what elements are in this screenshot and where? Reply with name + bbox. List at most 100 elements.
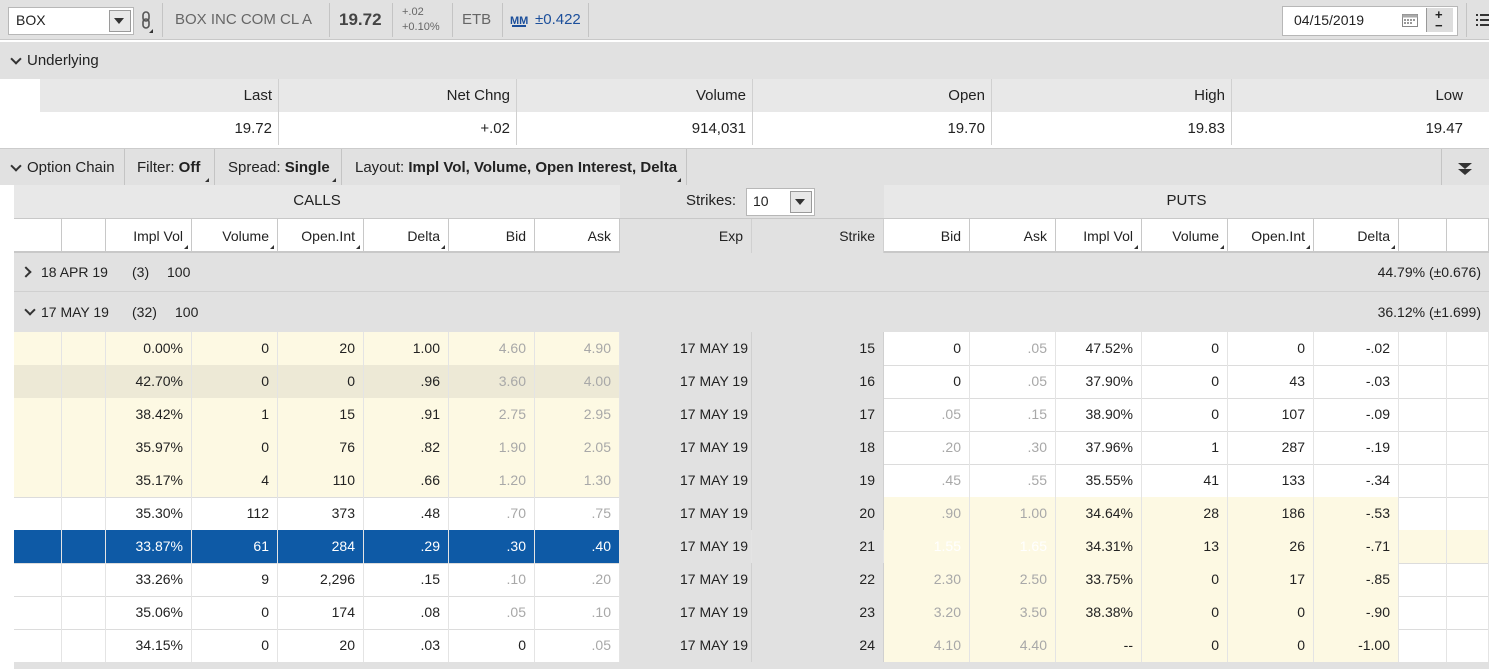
column-header-label: Volume xyxy=(222,228,269,244)
cell-poi-container: 43 xyxy=(1228,365,1314,398)
cell-exp-container: 17 MAY 19 xyxy=(620,497,752,530)
layout-button[interactable]: Layout: Impl Vol, Volume, Open Interest,… xyxy=(355,149,677,186)
filter-button[interactable]: Filter: Off xyxy=(137,149,200,186)
cell-pbid-container[interactable]: .20 xyxy=(884,431,970,464)
column-header-civ[interactable]: Impl Vol xyxy=(106,219,192,253)
column-header-pvol[interactable]: Volume xyxy=(1142,219,1228,253)
cell-pask-container[interactable]: 3.50 xyxy=(970,596,1056,629)
column-header-pbid[interactable]: Bid xyxy=(884,219,970,253)
cell-cask-container[interactable]: .40 xyxy=(535,530,620,563)
cell-pdelta-container: -.09 xyxy=(1314,398,1399,431)
table-row[interactable]: 35.30% 112 373 .48 .70 .75 17 MAY 19 20 .90 1.00 3… xyxy=(14,497,1489,531)
table-row[interactable]: 38.42% 1 15 .91 2.75 2.95 17 MAY 19 17 .05 .15 38.… xyxy=(14,398,1489,432)
cell-pvol: 0 xyxy=(1211,340,1219,356)
cell-pbid-container[interactable]: 0 xyxy=(884,332,970,365)
link-icon[interactable] xyxy=(140,11,154,33)
cell-cbid: .30 xyxy=(506,538,526,554)
cell-pbid-container[interactable]: 1.55 xyxy=(884,530,970,563)
cell-cask-container[interactable]: 2.05 xyxy=(535,431,620,464)
symbol-input[interactable]: BOX xyxy=(8,7,134,35)
underlying-header[interactable]: Underlying xyxy=(0,42,1489,79)
spread-button[interactable]: Spread: Single xyxy=(228,149,330,186)
cell-strike: 21 xyxy=(859,538,875,554)
cell-cbid-container[interactable]: 1.90 xyxy=(449,431,535,464)
cell-civ-container: 34.15% xyxy=(106,629,192,662)
table-row[interactable]: 35.06% 0 174 .08 .05 .10 17 MAY 19 23 3.20 3.50 38… xyxy=(14,596,1489,630)
column-header-coi[interactable]: Open.Int xyxy=(278,219,364,253)
cell-cbid-container[interactable]: 3.60 xyxy=(449,365,535,398)
decrement-icon[interactable]: − xyxy=(1435,19,1443,32)
date-stepper[interactable]: + − xyxy=(1426,8,1453,32)
cell-pbid-container[interactable]: .45 xyxy=(884,464,970,497)
column-header-cbid[interactable]: Bid xyxy=(449,219,535,253)
table-row[interactable]: 42.70% 0 0 .96 3.60 4.00 17 MAY 19 16 0 .05 37.90%… xyxy=(14,365,1489,399)
table-row[interactable]: 35.17% 4 110 .66 1.20 1.30 17 MAY 19 19 .45 .55 35… xyxy=(14,464,1489,498)
cell-cask-container[interactable]: .20 xyxy=(535,563,620,596)
cell-cbid-container[interactable]: .70 xyxy=(449,497,535,530)
date-field[interactable]: 04/15/2019 + − xyxy=(1282,6,1458,36)
column-header-cdelta[interactable]: Delta xyxy=(364,219,449,253)
strikes-select[interactable]: 10 xyxy=(746,188,815,216)
table-row[interactable]: 35.97% 0 76 .82 1.90 2.05 17 MAY 19 18 .20 .30 37.… xyxy=(14,431,1489,465)
expiration-row-apr[interactable]: 18 APR 19 (3) 100 44.79% (±0.676) xyxy=(14,253,1489,292)
cell-pask-container[interactable]: .05 xyxy=(970,332,1056,365)
column-header-poi[interactable]: Open.Int xyxy=(1228,219,1314,253)
table-row[interactable]: 33.87% 61 284 .29 .30 .40 17 MAY 19 21 1.55 1.65 3… xyxy=(14,530,1489,564)
cell-cbid-container[interactable]: .10 xyxy=(449,563,535,596)
cell-pask-container[interactable]: 1.00 xyxy=(970,497,1056,530)
column-header-cvol[interactable]: Volume xyxy=(192,219,278,253)
cell-pask-container[interactable]: .55 xyxy=(970,464,1056,497)
column-header-piv[interactable]: Impl Vol xyxy=(1056,219,1142,253)
cell-pbid-container[interactable]: 2.30 xyxy=(884,563,970,596)
option-chain-title[interactable]: Option Chain xyxy=(27,149,115,186)
column-header-cask[interactable]: Ask xyxy=(535,219,620,253)
cell-pbid-container[interactable]: 0 xyxy=(884,365,970,398)
expiration-row-may[interactable]: 17 MAY 19 (32) 100 36.12% (±1.699) xyxy=(14,292,1489,332)
table-row[interactable]: 33.26% 9 2,296 .15 .10 .20 17 MAY 19 22 2.30 2.50… xyxy=(14,563,1489,597)
cell-cask-container[interactable]: 4.00 xyxy=(535,365,620,398)
symbol-dropdown-button[interactable] xyxy=(109,10,131,32)
chevron-down-icon[interactable] xyxy=(10,53,22,65)
cell-strike: 18 xyxy=(859,439,875,455)
cell-pask-container[interactable]: 2.50 xyxy=(970,563,1056,596)
calendar-icon[interactable] xyxy=(1402,13,1418,27)
cell-cbid-container[interactable]: 1.20 xyxy=(449,464,535,497)
cell-pbid-container[interactable]: .05 xyxy=(884,398,970,431)
cell-pask-container[interactable]: 4.40 xyxy=(970,629,1056,662)
cell-pbid-container[interactable]: 4.10 xyxy=(884,629,970,662)
chevron-down-icon[interactable] xyxy=(24,304,36,316)
cell-pbid-container[interactable]: 3.20 xyxy=(884,596,970,629)
column-header-pdelta[interactable]: Delta xyxy=(1314,219,1399,253)
cell-cdelta: 1.00 xyxy=(412,340,440,356)
cell-pbid-container[interactable]: .90 xyxy=(884,497,970,530)
table-row[interactable]: 0.00% 0 20 1.00 4.60 4.90 17 MAY 19 15 0 .05 47.52… xyxy=(14,332,1489,366)
chevron-right-icon[interactable] xyxy=(20,266,32,278)
cell-cbid-container[interactable]: 0 xyxy=(449,629,535,662)
cell-cask-container[interactable]: 1.30 xyxy=(535,464,620,497)
menu-list-icon[interactable] xyxy=(1476,12,1489,28)
cell-cask-container[interactable]: .05 xyxy=(535,629,620,662)
column-header-strike[interactable]: Strike xyxy=(752,219,884,253)
cell-cask-container[interactable]: 2.95 xyxy=(535,398,620,431)
column-divider xyxy=(991,79,992,145)
cell-pask-container[interactable]: 1.65 xyxy=(970,530,1056,563)
net-change-header: Net Chng xyxy=(446,87,510,104)
cell-pask-container[interactable]: .15 xyxy=(970,398,1056,431)
cell-cask-container[interactable]: 4.90 xyxy=(535,332,620,365)
cell-pask-container[interactable]: .30 xyxy=(970,431,1056,464)
strikes-dropdown-button[interactable] xyxy=(790,191,812,213)
column-header-exp[interactable]: Exp xyxy=(620,219,752,253)
column-header-pask[interactable]: Ask xyxy=(970,219,1056,253)
table-row[interactable]: 34.15% 0 20 .03 0 .05 17 MAY 19 24 4.10 4.40 -- 0 0 -… xyxy=(14,629,1489,663)
cell-cbid-container[interactable]: .30 xyxy=(449,530,535,563)
expand-options-icon[interactable] xyxy=(1457,162,1473,179)
cell-cask-container[interactable]: .75 xyxy=(535,497,620,530)
cell-coi: 0 xyxy=(347,373,355,389)
chevron-down-icon[interactable] xyxy=(10,160,22,172)
cell-pask-container[interactable]: .05 xyxy=(970,365,1056,398)
cell-cbid-container[interactable]: 2.75 xyxy=(449,398,535,431)
cell-cbid-container[interactable]: .05 xyxy=(449,596,535,629)
column-header-label: Delta xyxy=(1357,228,1390,244)
cell-cbid-container[interactable]: 4.60 xyxy=(449,332,535,365)
cell-cask-container[interactable]: .10 xyxy=(535,596,620,629)
